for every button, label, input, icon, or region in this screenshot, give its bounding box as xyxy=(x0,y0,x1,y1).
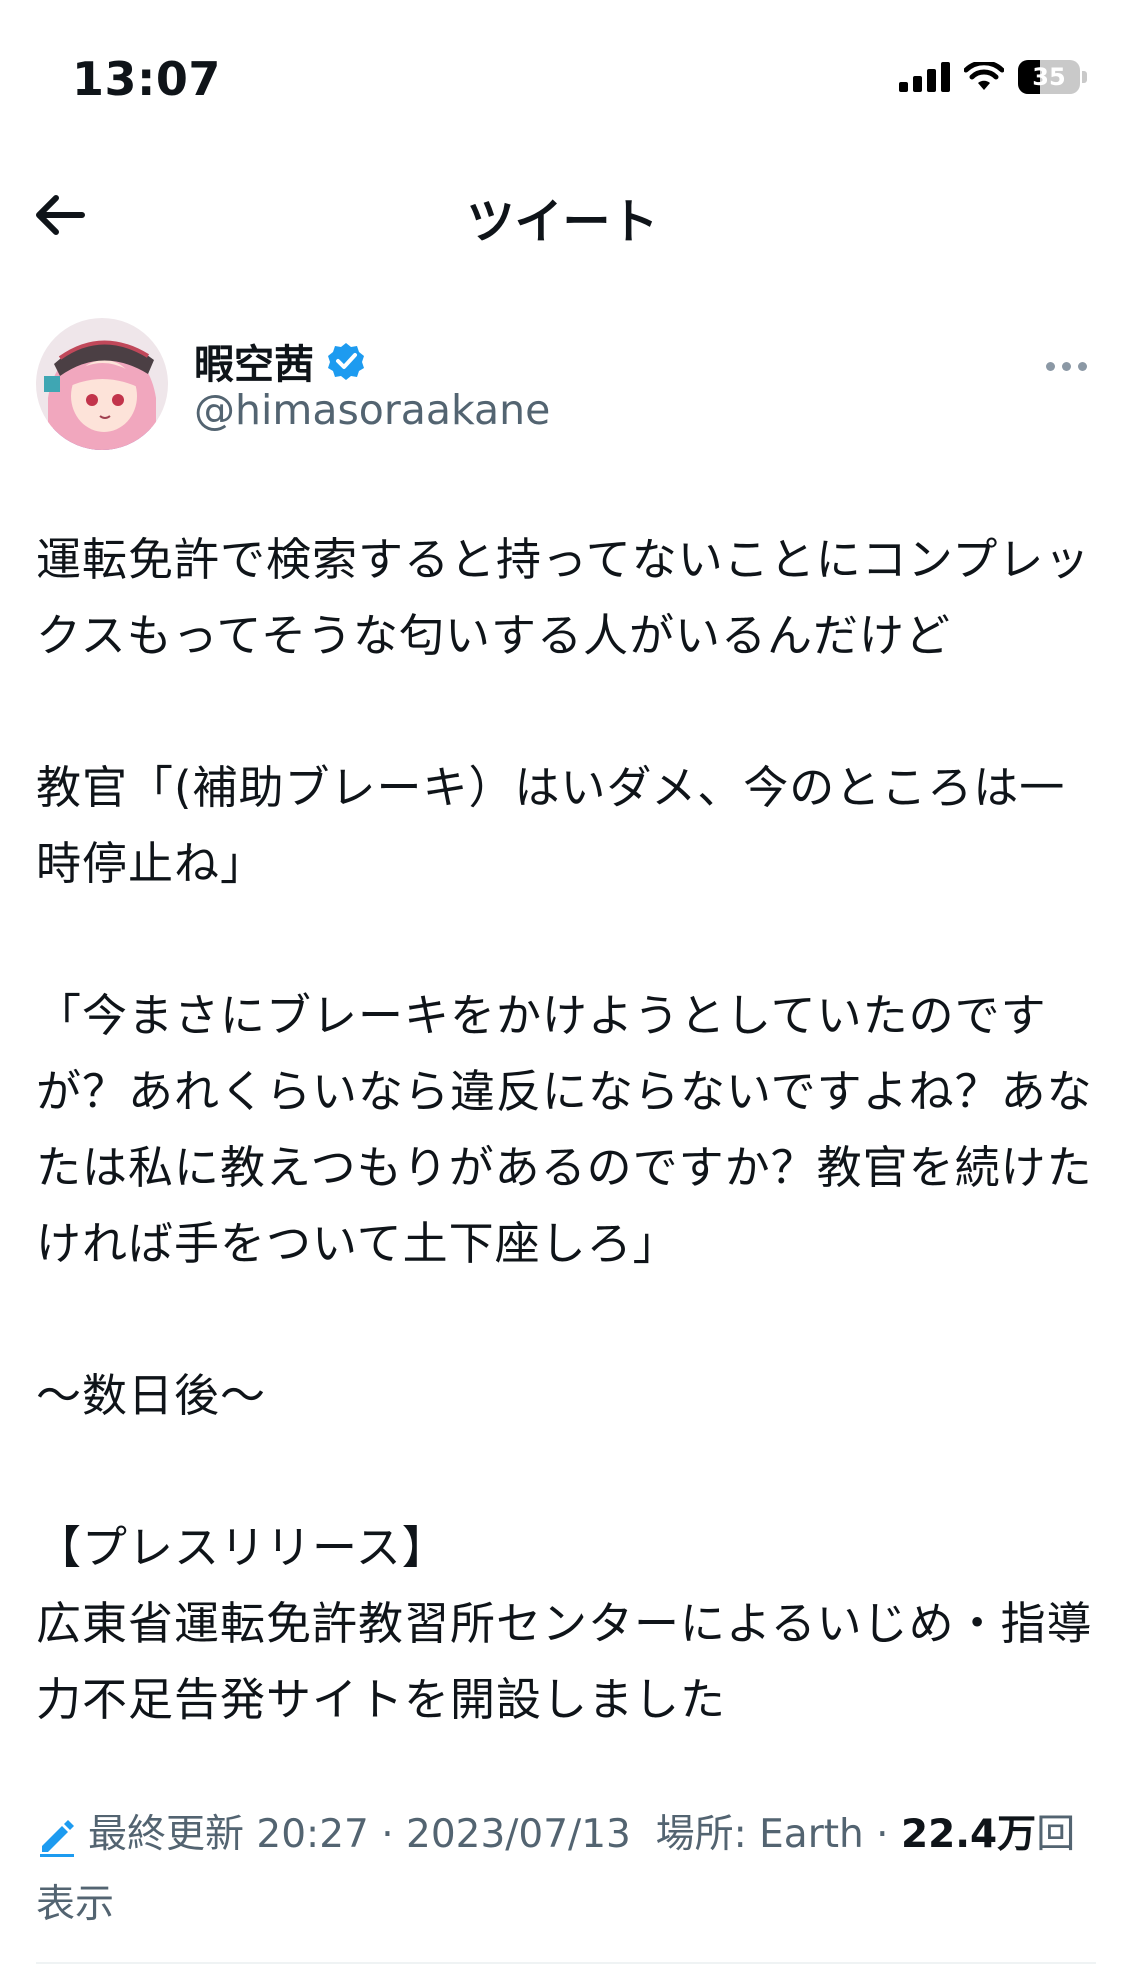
wifi-icon xyxy=(964,62,1004,90)
cellular-signal-icon xyxy=(899,62,950,92)
edit-pencil-icon xyxy=(40,1819,74,1857)
edited-label[interactable]: 最終更新 xyxy=(88,1812,244,1857)
top-nav: ツイート xyxy=(0,170,1125,260)
tweet-date: 2023/07/13 xyxy=(406,1812,631,1857)
status-bar: 13:07 35 xyxy=(0,0,1125,150)
tweet-author: 暇空茜 @himasoraakane xyxy=(36,318,1096,458)
display-name[interactable]: 暇空茜 xyxy=(194,332,366,390)
battery-percent: 35 xyxy=(1032,63,1066,91)
battery-icon: 35 xyxy=(1018,60,1080,94)
tweet-location: 場所: Earth xyxy=(655,1812,864,1857)
page-title: ツイート xyxy=(466,194,659,250)
view-count: 22.4万 xyxy=(900,1812,1037,1857)
display-name-text: 暇空茜 xyxy=(194,342,314,388)
tweet-text: 運転免許で検索すると持ってないことにコンプレックスもってそうな匂いする人がいるん… xyxy=(36,533,1093,1726)
avatar[interactable] xyxy=(36,318,168,450)
status-icons: 35 xyxy=(899,60,1087,94)
user-handle[interactable]: @himasoraakane xyxy=(194,386,550,434)
status-time: 13:07 xyxy=(72,52,221,106)
tweet-meta: 最終更新 20:27 · 2023/07/13 場所: Earth · 22.4… xyxy=(36,1812,1076,1927)
tweet-time: 20:27 xyxy=(256,1812,369,1857)
verified-badge-icon xyxy=(328,343,364,380)
more-options-icon[interactable] xyxy=(1046,356,1096,376)
divider xyxy=(36,1962,1096,1964)
